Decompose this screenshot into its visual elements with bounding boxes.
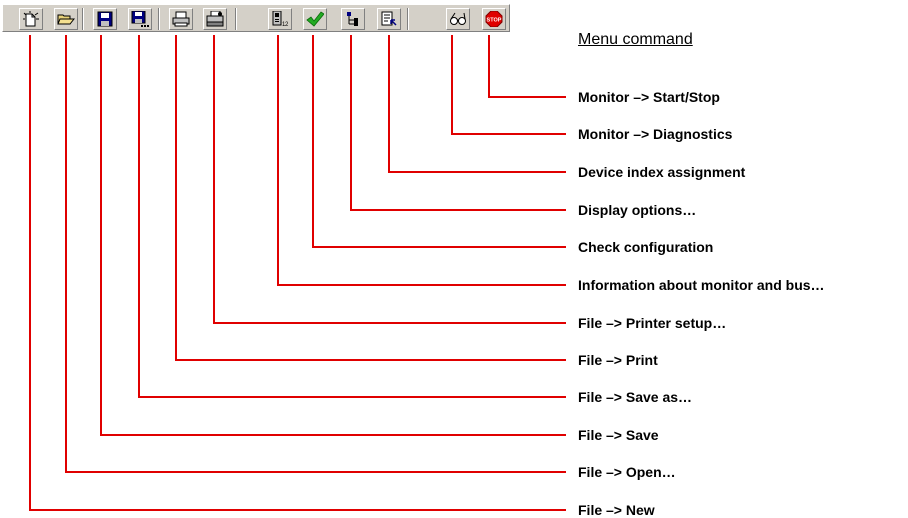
leader-line [488,35,566,98]
leader-line [175,35,566,361]
leader-line [29,35,566,511]
command-label: Monitor –> Diagnostics [578,126,733,142]
command-label: Monitor –> Start/Stop [578,89,720,105]
command-label: File –> Printer setup… [578,315,727,331]
menu-command-heading: Menu command [578,31,693,48]
leader-line [138,35,566,398]
command-label: Information about monitor and bus… [578,277,825,293]
command-label: File –> Save [578,427,659,443]
command-label: File –> New [578,502,655,518]
leader-line [350,35,566,211]
leader-line [100,35,566,436]
command-label: File –> Print [578,352,658,368]
command-label: File –> Save as… [578,389,693,405]
leader-line [451,35,566,135]
leader-line [65,35,566,473]
command-label: File –> Open… [578,464,676,480]
leader-line [388,35,566,173]
command-label: Device index assignment [578,164,746,180]
leader-lines [29,35,566,511]
command-label: Display options… [578,202,697,218]
command-label: Check configuration [578,239,714,255]
